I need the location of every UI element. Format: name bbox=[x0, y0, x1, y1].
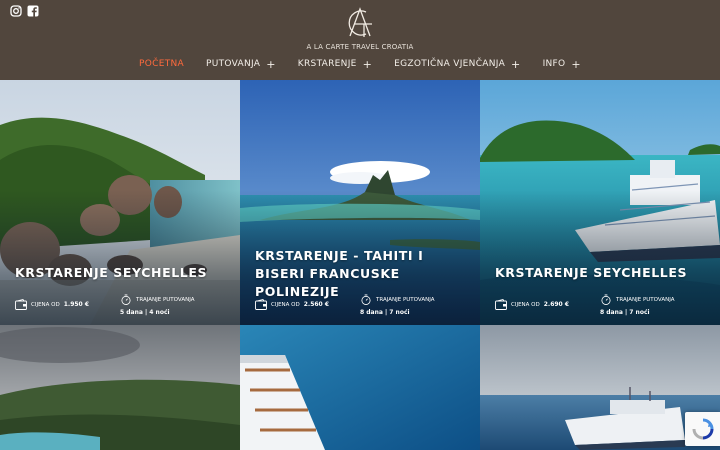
act-monogram-icon[interactable] bbox=[336, 6, 384, 40]
price-label: CIJENA OD bbox=[271, 301, 300, 308]
main-nav: POČETNA PUTOVANJA + KRSTARENJE + EGZOTIČ… bbox=[0, 59, 720, 70]
price-value: 2.560 € bbox=[303, 301, 329, 308]
nav-item-putovanja[interactable]: PUTOVANJA + bbox=[206, 59, 276, 70]
recaptcha-icon bbox=[692, 418, 713, 440]
price-label: CIJENA OD bbox=[511, 301, 540, 308]
nav-item-label: INFO bbox=[542, 59, 566, 69]
duration-value: 8 dana | 7 noći bbox=[600, 309, 650, 316]
nav-item-egzoticna-vjencanja[interactable]: EGZOTIČNA VJENČANJA + bbox=[394, 59, 521, 70]
tour-duration: TRAJANJE PUTOVANJA 8 dana | 7 noći bbox=[360, 294, 434, 316]
nav-item-label: KRSTARENJE bbox=[297, 59, 357, 69]
tour-card[interactable]: KRSTARENJE SEYCHELLES CIJENA OD 2.690 € … bbox=[480, 80, 720, 325]
duration-value: 5 dana | 4 noći bbox=[120, 309, 170, 316]
tour-duration: TRAJANJE PUTOVANJA 5 dana | 4 noći bbox=[120, 294, 194, 316]
tour-duration: TRAJANJE PUTOVANJA 8 dana | 7 noći bbox=[600, 294, 674, 316]
plus-icon[interactable]: + bbox=[266, 59, 276, 70]
tour-image bbox=[240, 325, 480, 450]
nav-item-label: EGZOTIČNA VJENČANJA bbox=[394, 59, 506, 69]
nav-item-info[interactable]: INFO + bbox=[542, 59, 581, 70]
site-header: A LA CARTE TRAVEL CROATIA POČETNA PUTOVA… bbox=[0, 0, 720, 80]
social-links bbox=[10, 5, 39, 17]
tour-title[interactable]: KRSTARENJE - TAHITI I BISERI FRANCUSKE P… bbox=[255, 247, 470, 301]
tour-card[interactable]: KRSTARENJE SEYCHELLES CIJENA OD 1.950 € … bbox=[0, 80, 240, 325]
tour-grid: KRSTARENJE SEYCHELLES CIJENA OD 1.950 € … bbox=[0, 80, 720, 450]
tour-image bbox=[0, 325, 240, 450]
duration-label: TRAJANJE PUTOVANJA bbox=[616, 296, 675, 303]
price-label: CIJENA OD bbox=[31, 301, 60, 308]
tour-price: CIJENA OD 1.950 € bbox=[15, 299, 89, 310]
nav-item-krstarenja[interactable]: KRSTARENJE + bbox=[297, 59, 373, 70]
tour-card[interactable]: KRSTARENJE - TAHITI I BISERI FRANCUSKE P… bbox=[240, 80, 480, 325]
plus-icon[interactable]: + bbox=[363, 59, 373, 70]
tour-card[interactable] bbox=[0, 325, 240, 450]
nav-item-pocetna[interactable]: POČETNA bbox=[139, 59, 184, 69]
stopwatch-icon bbox=[361, 294, 371, 305]
image-shade bbox=[0, 80, 240, 325]
brand-name[interactable]: A LA CARTE TRAVEL CROATIA bbox=[0, 43, 720, 51]
stopwatch-icon bbox=[601, 294, 611, 305]
wallet-icon bbox=[255, 299, 267, 310]
tour-title[interactable]: KRSTARENJE SEYCHELLES bbox=[15, 264, 230, 282]
duration-value: 8 dana | 7 noći bbox=[360, 309, 410, 316]
plus-icon[interactable]: + bbox=[511, 59, 521, 70]
stopwatch-icon bbox=[121, 294, 131, 305]
duration-label: TRAJANJE PUTOVANJA bbox=[376, 296, 435, 303]
facebook-icon[interactable] bbox=[27, 5, 39, 17]
nav-item-label: PUTOVANJA bbox=[206, 59, 261, 69]
tour-price: CIJENA OD 2.690 € bbox=[495, 299, 569, 310]
tour-card[interactable] bbox=[480, 325, 720, 450]
nav-item-label: POČETNA bbox=[139, 59, 184, 69]
price-value: 1.950 € bbox=[63, 301, 89, 308]
tour-price: CIJENA OD 2.560 € bbox=[255, 299, 329, 310]
wallet-icon bbox=[15, 299, 27, 310]
duration-label: TRAJANJE PUTOVANJA bbox=[136, 296, 195, 303]
tour-title[interactable]: KRSTARENJE SEYCHELLES bbox=[495, 264, 710, 282]
image-shade bbox=[480, 80, 720, 325]
tour-image bbox=[480, 325, 720, 450]
wallet-icon bbox=[495, 299, 507, 310]
instagram-icon[interactable] bbox=[10, 5, 22, 17]
price-value: 2.690 € bbox=[543, 301, 569, 308]
plus-icon[interactable]: + bbox=[571, 59, 581, 70]
tour-card[interactable] bbox=[240, 325, 480, 450]
recaptcha-badge[interactable] bbox=[685, 412, 720, 446]
